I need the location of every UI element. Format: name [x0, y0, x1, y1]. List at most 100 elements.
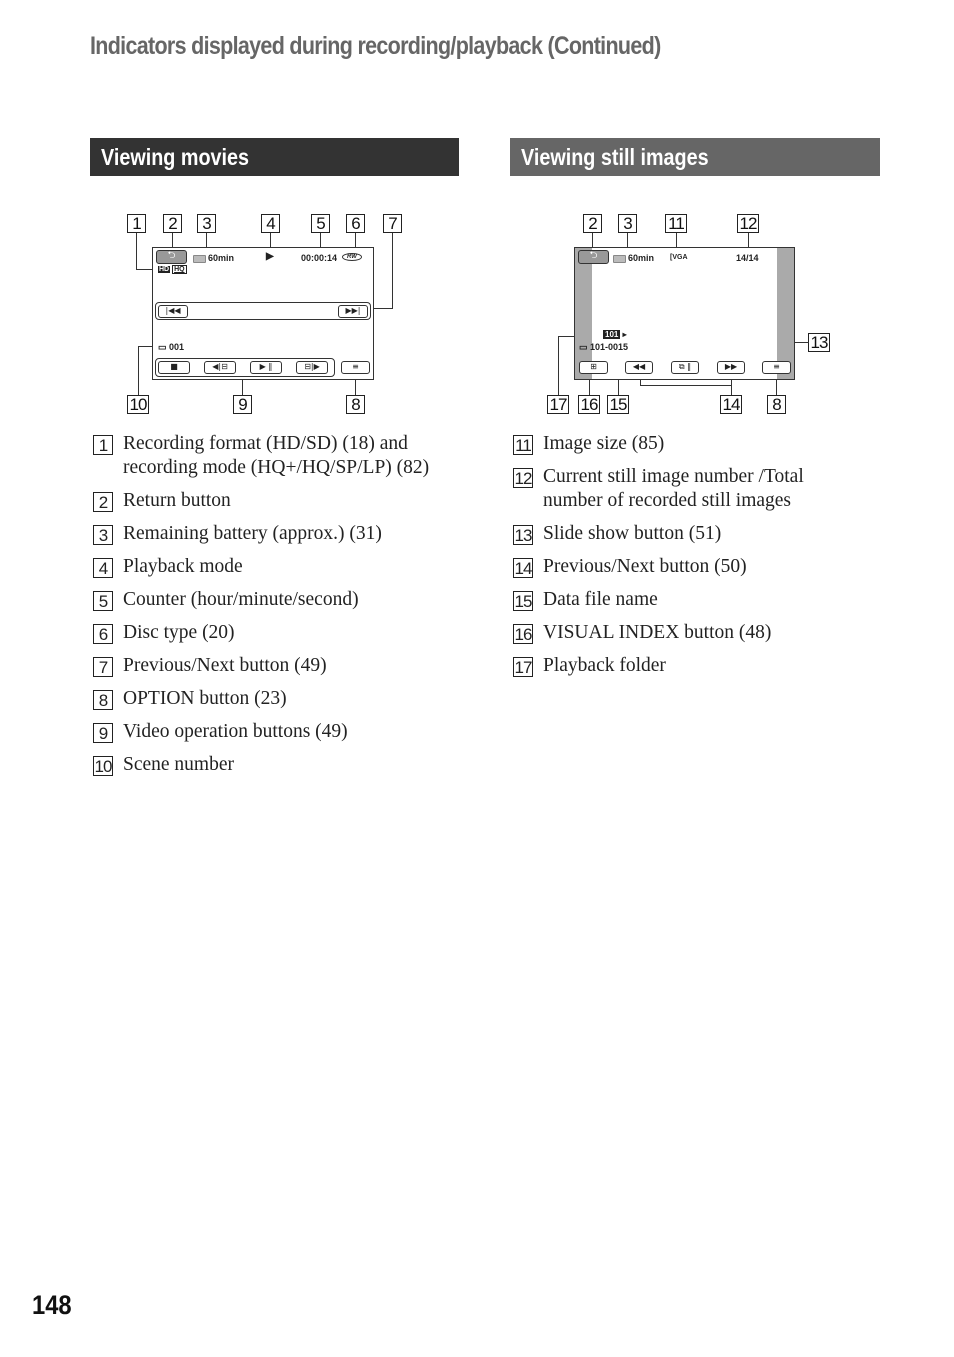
callout-17: 17 — [547, 395, 569, 414]
legend-number: 2 — [93, 492, 113, 512]
movie-playback-screen: ⮌ 60min ▶ 00:00:14 RW HD HQ |◀◀ ▶▶| ▭ 00… — [152, 247, 374, 380]
stop-button[interactable]: ■ — [158, 360, 190, 374]
section-heading-viewing-movies: Viewing movies — [90, 138, 459, 176]
legend-item: 9 Video operation buttons (49) — [93, 720, 463, 744]
image-size-indicator: [VGA — [670, 254, 688, 261]
legend-item: 10 Scene number — [93, 753, 463, 777]
scene-number: ▭ 001 — [158, 342, 185, 352]
legend-number: 7 — [93, 657, 113, 677]
callout-13: 13 — [808, 333, 830, 352]
battery-indicator: 60min — [193, 253, 234, 263]
callout-1: 1 — [127, 214, 146, 233]
playback-mode-icon: ▶ — [266, 251, 274, 262]
legend-number: 16 — [513, 624, 533, 644]
callout-11: 11 — [665, 214, 687, 233]
movies-legend: 1 Recording format (HD/SD) (18) and recor… — [93, 432, 463, 786]
legend-text: Playback mode — [123, 556, 243, 577]
hd-badge: HD — [158, 266, 171, 273]
callout-7: 7 — [383, 214, 402, 233]
page-title: Indicators displayed during recording/pl… — [90, 32, 661, 60]
option-button[interactable]: ≡ — [341, 361, 370, 374]
legend-number: 3 — [93, 525, 113, 545]
callout-10: 10 — [127, 395, 149, 414]
legend-item: 6 Disc type (20) — [93, 621, 463, 645]
legend-text: Remaining battery (approx.) (31) — [123, 523, 382, 544]
callout-14: 14 — [720, 395, 742, 414]
callout-3: 3 — [197, 214, 216, 233]
callout-8: 8 — [767, 395, 786, 414]
callout-8: 8 — [346, 395, 365, 414]
legend-text: Previous/Next button (49) — [123, 655, 327, 676]
legend-text: Disc type (20) — [123, 622, 235, 643]
legend-text: Scene number — [123, 754, 235, 775]
video-operation-bar: ■ ◀|⊟ ▶ ‖ ⊟|▶ — [155, 358, 335, 377]
legend-number: 17 — [513, 657, 533, 677]
legend-text: Video operation buttons (49) — [123, 721, 348, 742]
legend-text: Counter (hour/minute/second) — [123, 589, 359, 610]
legend-text: Current still image number /Total number… — [543, 466, 804, 511]
callout-16: 16 — [578, 395, 600, 414]
callout-12: 12 — [737, 214, 759, 233]
legend-number: 6 — [93, 624, 113, 644]
data-file-name: ▭ 101-0015 — [579, 342, 629, 352]
legend-number: 1 — [93, 435, 113, 455]
return-button[interactable]: ⮌ — [578, 250, 609, 264]
previous-button[interactable]: |◀◀ — [158, 304, 188, 318]
legend-item: 1 Recording format (HD/SD) (18) and recor… — [93, 432, 463, 480]
legend-item: 5 Counter (hour/minute/second) — [93, 588, 463, 612]
legend-text: Recording format (HD/SD) (18) and record… — [123, 433, 430, 478]
previous-button[interactable]: ◀◀ — [625, 361, 653, 374]
legend-number: 14 — [513, 558, 533, 578]
legend-text: Image size (85) — [543, 433, 665, 454]
legend-item: 4 Playback mode — [93, 555, 463, 579]
callout-5: 5 — [311, 214, 330, 233]
return-button[interactable]: ⮌ — [156, 250, 187, 264]
legend-item: 14 Previous/Next button (50) — [513, 555, 843, 579]
legend-text: Return button — [123, 490, 231, 511]
legend-number: 4 — [93, 558, 113, 578]
legend-item: 8 OPTION button (23) — [93, 687, 463, 711]
prev-next-bar: |◀◀ ▶▶| — [155, 302, 371, 320]
legend-item: 3 Remaining battery (approx.) (31) — [93, 522, 463, 546]
legend-text: Previous/Next button (50) — [543, 556, 747, 577]
recording-format-badges: HD HQ — [158, 265, 187, 274]
counter: 00:00:14 — [301, 253, 338, 263]
legend-number: 15 — [513, 591, 533, 611]
next-button[interactable]: ▶▶| — [338, 304, 368, 318]
callout-15: 15 — [607, 395, 629, 414]
visual-index-button[interactable]: ⊞ — [579, 361, 608, 374]
legend-number: 8 — [93, 690, 113, 710]
legend-item: 7 Previous/Next button (49) — [93, 654, 463, 678]
hq-badge: HQ — [172, 265, 187, 274]
legend-number: 13 — [513, 525, 533, 545]
legend-item: 16 VISUAL INDEX button (48) — [513, 621, 843, 645]
play-pause-button[interactable]: ▶ ‖ — [250, 360, 282, 374]
next-button[interactable]: ▶▶ — [717, 361, 745, 374]
battery-icon — [193, 254, 206, 263]
legend-number: 10 — [93, 756, 113, 776]
callout-2: 2 — [583, 214, 602, 233]
callout-9: 9 — [233, 395, 252, 414]
legend-text: VISUAL INDEX button (48) — [543, 622, 772, 643]
slideshow-button[interactable]: ⧉ ‖ — [671, 361, 699, 374]
legend-text: OPTION button (23) — [123, 688, 287, 709]
page-number: 148 — [32, 1290, 72, 1320]
legend-number: 12 — [513, 468, 533, 488]
still-playback-screen: ⮌ 60min [VGA 14/14 101 ▸ ▭ 101-0015 ⊞ ◀◀… — [574, 247, 795, 380]
legend-number: 11 — [513, 435, 533, 455]
legend-item: 13 Slide show button (51) — [513, 522, 843, 546]
playback-folder: 101 ▸ — [603, 330, 627, 339]
frame-back-button[interactable]: ◀|⊟ — [204, 360, 236, 374]
legend-number: 5 — [93, 591, 113, 611]
legend-item: 11 Image size (85) — [513, 432, 843, 456]
option-button[interactable]: ≡ — [762, 361, 791, 374]
legend-text: Playback folder — [543, 655, 666, 676]
legend-item: 12 Current still image number /Total numb… — [513, 465, 843, 513]
legend-item: 15 Data file name — [513, 588, 843, 612]
legend-text: Data file name — [543, 589, 658, 610]
callout-2: 2 — [163, 214, 182, 233]
frame-forward-button[interactable]: ⊟|▶ — [296, 360, 328, 374]
legend-text: Slide show button (51) — [543, 523, 722, 544]
disc-type-icon: RW — [342, 253, 362, 261]
image-counter: 14/14 — [736, 253, 759, 263]
